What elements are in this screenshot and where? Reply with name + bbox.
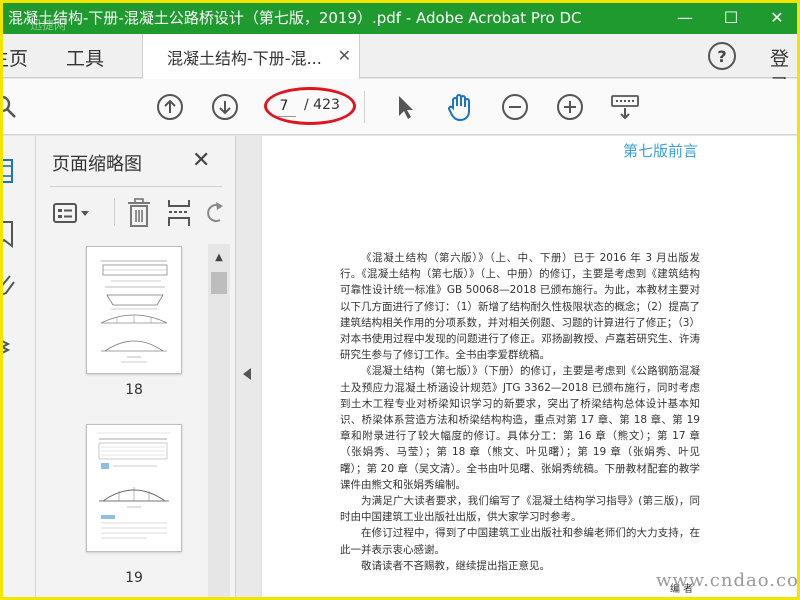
site-watermark: www.cndao.com <box>656 570 800 591</box>
page-heading: 第七版前言 <box>622 142 698 160</box>
previous-page-icon[interactable] <box>155 92 185 122</box>
minimize-button[interactable]: — <box>662 0 708 34</box>
panel-divider <box>50 186 222 187</box>
thumbnail-options-icon[interactable] <box>52 198 92 228</box>
page-label-18: 18 <box>125 382 143 398</box>
logo-watermark: 迅捷网 <box>30 18 67 32</box>
zoom-out-icon[interactable] <box>500 92 530 122</box>
scrollbar-thumb[interactable] <box>211 272 227 294</box>
help-icon[interactable]: ? <box>708 42 736 70</box>
window-title: 混凝土结构-下册-混凝土公路桥设计（第七版，2019）.pdf - Adobe … <box>8 8 582 27</box>
thumbnail-scrollbar[interactable]: ▲ <box>208 244 230 600</box>
close-tab-icon[interactable]: ✕ <box>338 46 351 65</box>
layers-icon[interactable] <box>0 332 18 364</box>
paragraph: 《混凝土结构（第六版）》（上、中、下册）已于 2016 年 3 月出版发行。《混… <box>340 252 700 362</box>
paragraph: 在修订过程中，得到了中国建筑工业出版社和参编老师们的大力支持，在此一并表示衷心感… <box>340 527 700 556</box>
page-number-box: / 423 <box>270 93 356 119</box>
paragraph: 敬请读者不吝赐教，继续提出指正意见。 <box>361 559 550 572</box>
toolbar: / 423 <box>0 79 800 135</box>
current-page-input[interactable] <box>272 95 296 117</box>
delete-page-icon[interactable] <box>126 198 152 228</box>
attachments-icon[interactable] <box>0 272 16 304</box>
page-thumbnail-19[interactable] <box>86 424 182 552</box>
next-page-icon[interactable] <box>210 92 240 122</box>
thumbnails-panel: 页面缩略图 ✕ 18 19 ▲ <box>36 136 236 600</box>
tab-home[interactable]: 主页 <box>0 44 28 71</box>
search-icon[interactable] <box>0 92 20 122</box>
maximize-button[interactable]: ☐ <box>708 0 754 34</box>
left-rail <box>0 136 36 600</box>
document-tab-label: 混凝土结构-下册-混... <box>167 48 322 68</box>
panel-title: 页面缩略图 <box>52 154 142 175</box>
zoom-in-icon[interactable] <box>555 92 585 122</box>
tab-document[interactable]: 混凝土结构-下册-混... ✕ <box>142 34 360 79</box>
rotate-page-icon[interactable] <box>204 198 224 228</box>
paragraph: 《混凝土结构（第七版）》（下册）的修订，主要是考虑到《公路钢筋混凝土及预应力混凝… <box>340 365 700 491</box>
total-pages: / 423 <box>304 97 340 113</box>
select-cursor-icon[interactable] <box>390 92 420 122</box>
title-bar: 混凝土结构-下册-混凝土公路桥设计（第七版，2019）.pdf - Adobe … <box>0 0 800 34</box>
tab-row: 主页 工具 混凝土结构-下册-混... ✕ ? 登录 <box>0 34 800 97</box>
close-panel-icon[interactable]: ✕ <box>192 148 210 173</box>
tab-tools[interactable]: 工具 <box>66 44 104 71</box>
page-body: 《混凝土结构（第六版）》（上、中、下册）已于 2016 年 3 月出版发行。《混… <box>340 250 700 574</box>
document-page: 第七版前言 《混凝土结构（第六版）》（上、中、下册）已于 2016 年 3 月出… <box>262 136 798 600</box>
panel-tool-divider <box>114 198 115 226</box>
panel-collapse-handle[interactable] <box>236 136 260 600</box>
document-viewport[interactable]: 第七版前言 《混凝土结构（第六版）》（上、中、下册）已于 2016 年 3 月出… <box>260 136 800 600</box>
close-window-button[interactable]: ✕ <box>754 0 800 34</box>
paragraph: 为满足广大读者要求，我们编写了《混凝土结构学习指导》(第三版)，同时由中国建筑工… <box>340 495 700 524</box>
scroll-up-icon[interactable]: ▲ <box>208 248 230 266</box>
insert-page-icon[interactable] <box>166 198 192 228</box>
toolbar-divider <box>364 91 365 123</box>
page-thumbnail-18[interactable] <box>86 246 182 374</box>
collapse-arrow-icon <box>243 368 251 380</box>
page-label-19: 19 <box>125 570 143 586</box>
thumbnail-list: 18 19 <box>36 244 236 600</box>
bookmarks-icon[interactable] <box>0 220 16 252</box>
page-thumbnails-icon[interactable] <box>0 158 20 190</box>
hand-tool-icon[interactable] <box>445 92 475 122</box>
keyboard-tools-icon[interactable] <box>610 92 640 122</box>
